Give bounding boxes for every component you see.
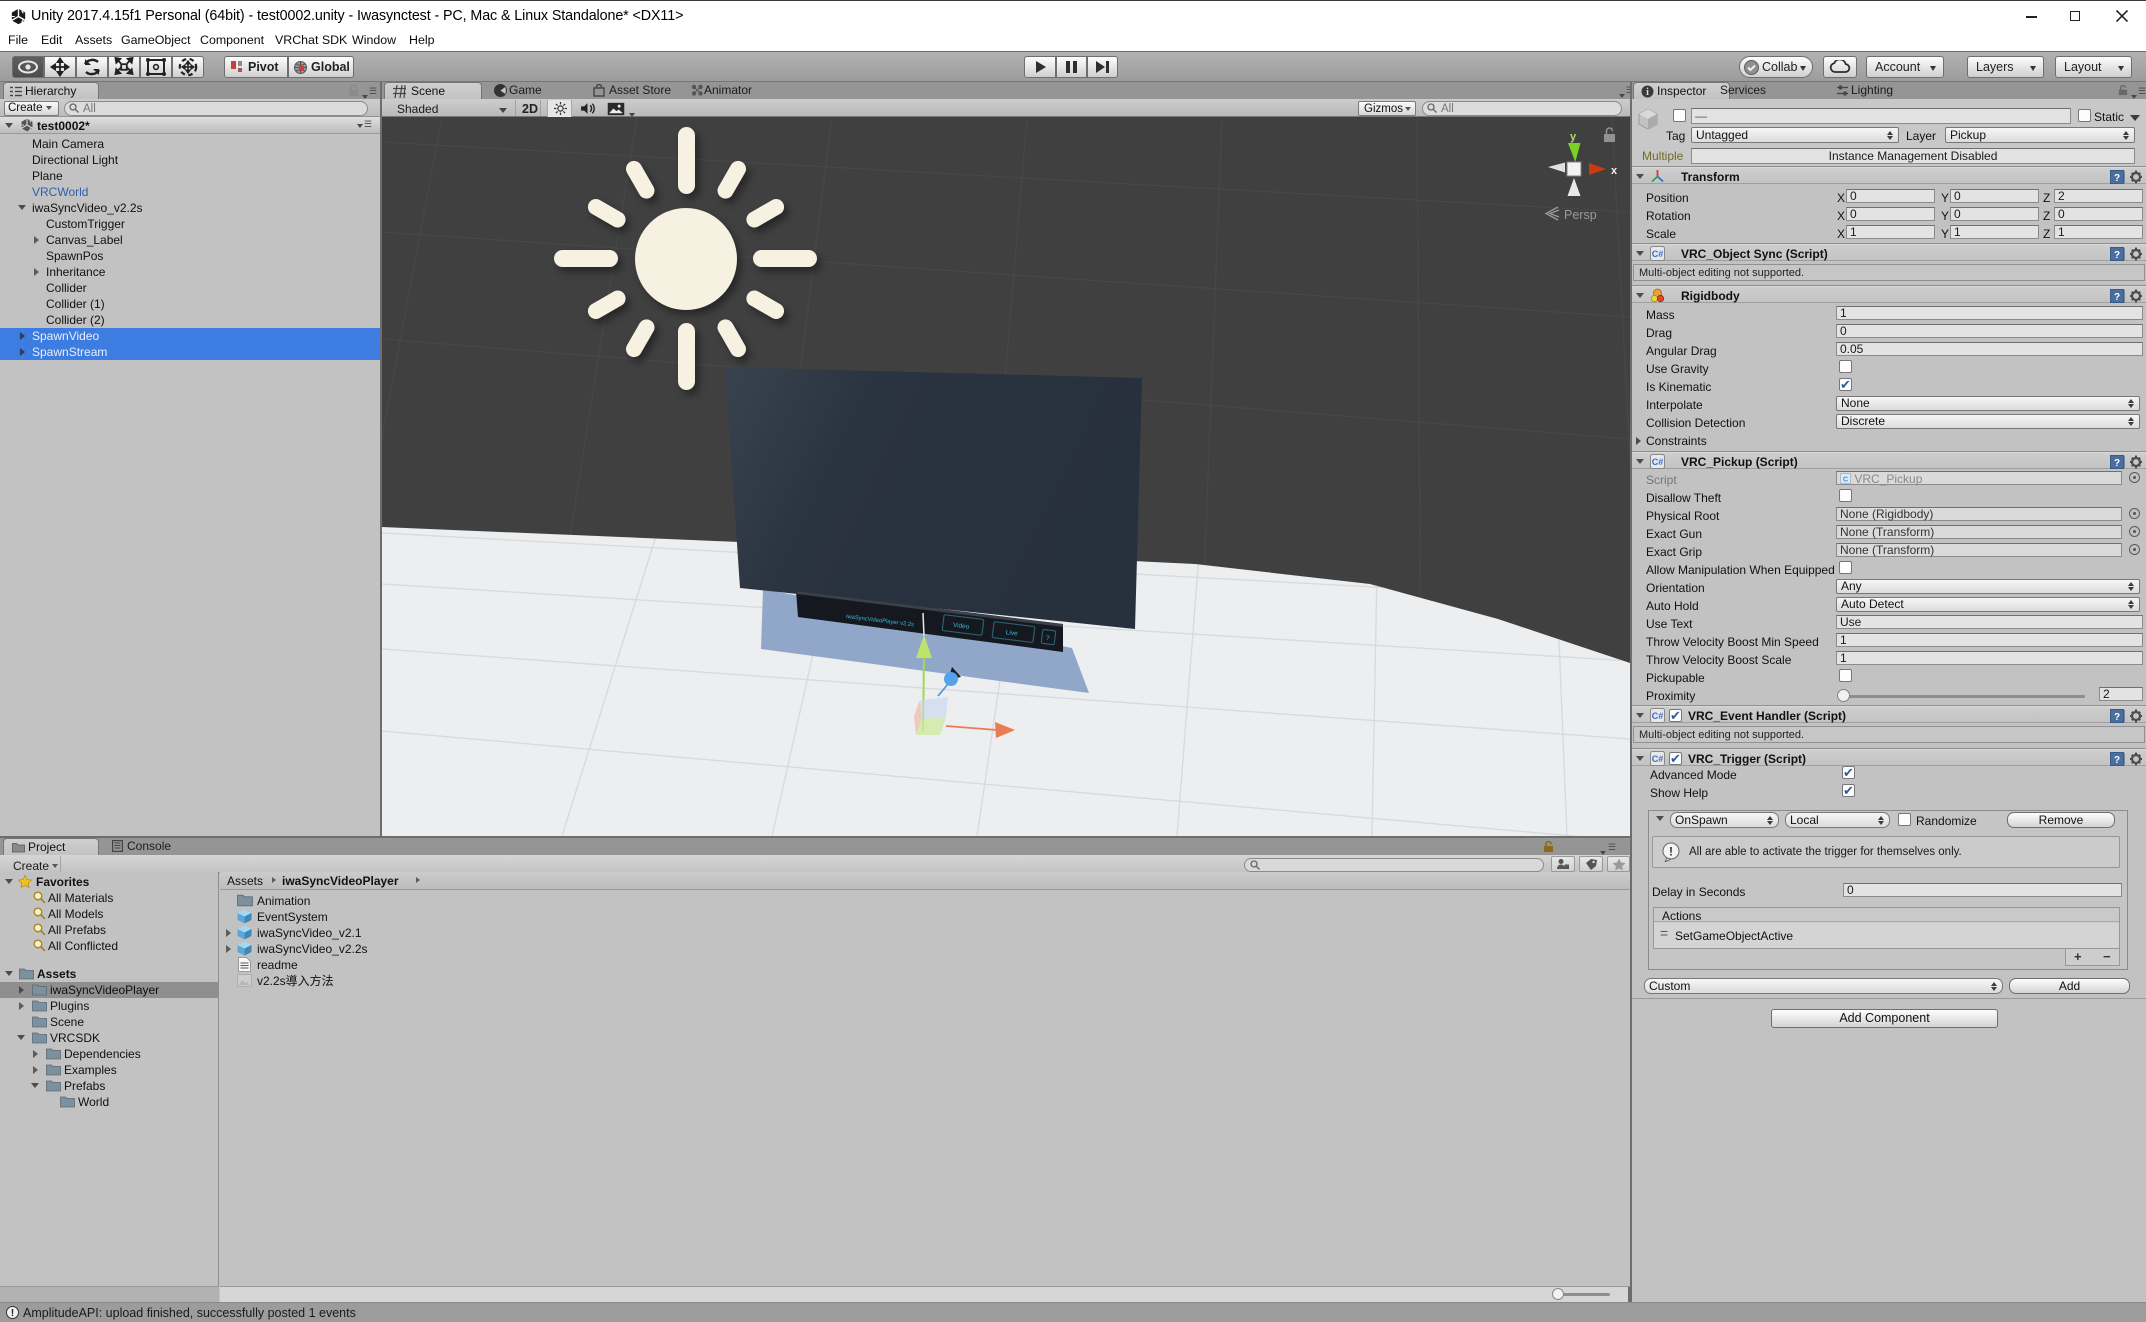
svg-text:C#: C#	[1652, 711, 1664, 721]
svg-text:?: ?	[2114, 173, 2120, 184]
svg-text:i: i	[1646, 87, 1649, 98]
svg-text:Persp: Persp	[1564, 208, 1597, 222]
svg-text:x: x	[1611, 165, 1618, 177]
svg-text:C: C	[1843, 474, 1849, 483]
svg-text:!: !	[1669, 845, 1673, 859]
svg-text:?: ?	[2114, 755, 2120, 766]
svg-text:C#: C#	[1652, 754, 1664, 764]
svg-text:?: ?	[2114, 292, 2120, 303]
svg-text:?: ?	[2114, 250, 2120, 261]
svg-text:y: y	[1570, 131, 1577, 143]
svg-text:Live: Live	[1005, 629, 1018, 637]
svg-text:?: ?	[2114, 458, 2120, 469]
svg-text:C#: C#	[1652, 457, 1664, 467]
svg-text:C#: C#	[1652, 249, 1664, 259]
svg-text:?: ?	[2114, 712, 2120, 723]
